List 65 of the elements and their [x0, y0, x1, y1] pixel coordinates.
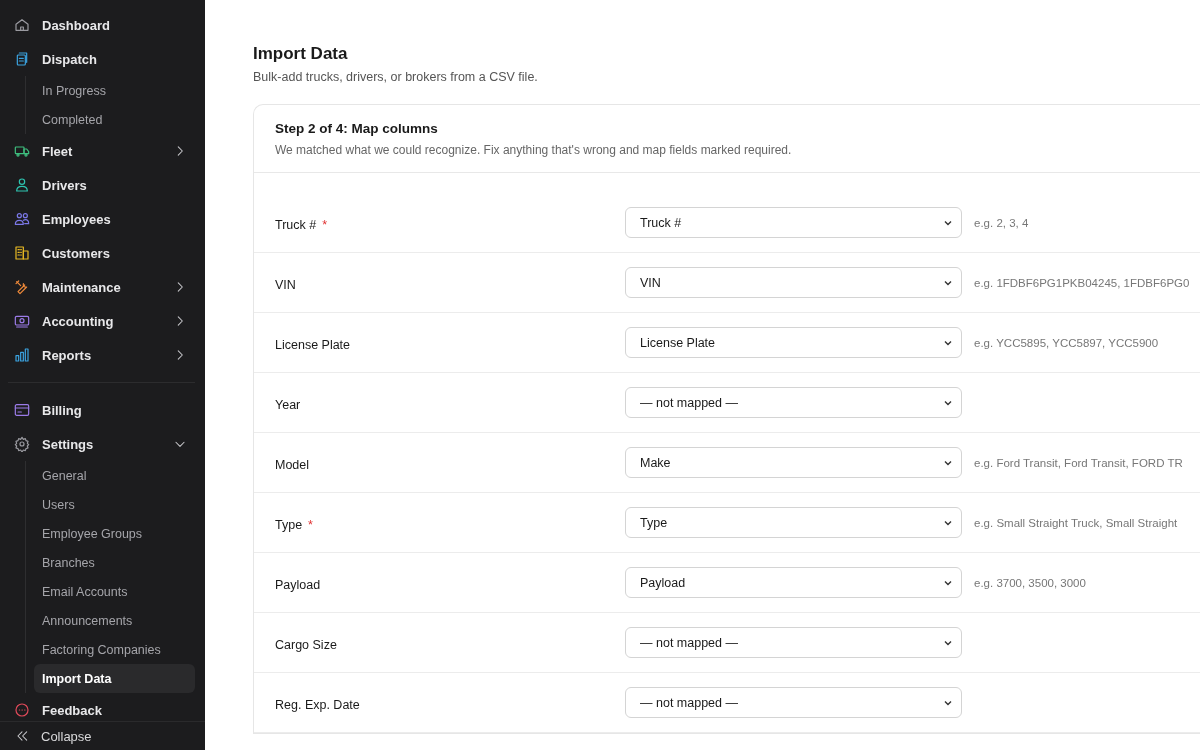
- example-values: e.g. 1FDBF6PG1PKB04245, 1FDBF6PG0: [974, 276, 1190, 289]
- sidebar-subitem[interactable]: Employee Groups: [34, 519, 195, 548]
- double-chevron-left-icon: [15, 729, 29, 743]
- column-select[interactable]: Payload: [625, 567, 962, 598]
- field-label: Year: [275, 397, 301, 412]
- column-select[interactable]: Type: [625, 507, 962, 538]
- sidebar-item[interactable]: Dispatch: [8, 42, 195, 76]
- card-subtitle: We matched what we could recognize. Fix anything that's wrong and map fields marked required.: [275, 143, 793, 157]
- sidebar-subitem[interactable]: Factoring Companies: [34, 635, 195, 664]
- credit-card-icon: [14, 402, 30, 418]
- example-values: e.g. YCC5895, YCC5897, YCC5900: [974, 336, 1159, 349]
- column-select[interactable]: — not mapped —: [625, 687, 962, 718]
- example-values: e.g. Small Straight Truck, Small Straight: [974, 516, 1178, 529]
- required-mark: *: [322, 217, 328, 232]
- example-values: e.g. 3700, 3500, 3000: [974, 576, 1086, 589]
- sidebar-item[interactable]: Billing: [8, 393, 195, 427]
- column-select[interactable]: License Plate: [625, 327, 962, 358]
- banknote-icon: [14, 313, 30, 329]
- column-select[interactable]: Truck #: [625, 207, 962, 238]
- sidebar-item[interactable]: Employees: [8, 202, 195, 236]
- field-label: Truck #: [275, 217, 317, 232]
- house-icon: [14, 17, 30, 33]
- sidebar-item[interactable]: Customers: [8, 236, 195, 270]
- settings-icon: [14, 436, 30, 452]
- card-title: Step 2 of 4: Map columns: [275, 121, 439, 136]
- chat-icon: [14, 702, 30, 718]
- bar-chart-icon: [14, 347, 30, 363]
- person-icon: [14, 177, 30, 193]
- column-select[interactable]: — not mapped —: [625, 627, 962, 658]
- sidebar-item[interactable]: Drivers: [8, 168, 195, 202]
- wrench-icon: [14, 279, 30, 295]
- column-select[interactable]: — not mapped —: [625, 387, 962, 418]
- building-icon: [14, 245, 30, 261]
- sidebar-item[interactable]: Fleet: [8, 134, 195, 168]
- people-icon: [14, 211, 30, 227]
- sidebar-item[interactable]: Settings: [8, 427, 195, 461]
- field-label: License Plate: [275, 337, 351, 352]
- sidebar-subitem[interactable]: Import Data: [34, 664, 195, 693]
- sidebar-subitem[interactable]: In Progress: [34, 76, 195, 105]
- truck-icon: [14, 143, 30, 159]
- sidebar-subitem[interactable]: General: [34, 461, 195, 490]
- example-values: e.g. Ford Transit, Ford Transit, FORD TR: [974, 456, 1183, 469]
- field-label: Payload: [275, 577, 321, 592]
- field-label: Model: [275, 457, 310, 472]
- column-select[interactable]: Make: [625, 447, 962, 478]
- field-label: VIN: [275, 277, 296, 292]
- field-label: Cargo Size: [275, 637, 337, 652]
- sidebar-subitem[interactable]: Email Accounts: [34, 577, 195, 606]
- sidebar-subitem[interactable]: Announcements: [34, 606, 195, 635]
- clipboard-icon: [14, 51, 30, 67]
- sidebar-item[interactable]: Maintenance: [8, 270, 195, 304]
- field-label: Type: [275, 517, 303, 532]
- sidebar-item[interactable]: Accounting: [8, 304, 195, 338]
- sidebar-item[interactable]: Feedback: [8, 693, 195, 721]
- page-subtitle: Bulk-add trucks, drivers, or brokers from a CSV file.: [253, 70, 539, 84]
- page-title: Import Data: [253, 44, 349, 64]
- sidebar-item[interactable]: Reports: [8, 338, 195, 372]
- sidebar-item[interactable]: Dashboard: [8, 8, 195, 42]
- required-mark: *: [308, 517, 313, 532]
- example-values: e.g. 2, 3, 4: [974, 216, 1029, 229]
- column-select[interactable]: VIN: [625, 267, 962, 298]
- sidebar-subitem[interactable]: Branches: [34, 548, 195, 577]
- sidebar-subitem[interactable]: Completed: [34, 105, 195, 134]
- sidebar-subitem[interactable]: Users: [34, 490, 195, 519]
- field-label: Reg. Exp. Date: [275, 697, 360, 712]
